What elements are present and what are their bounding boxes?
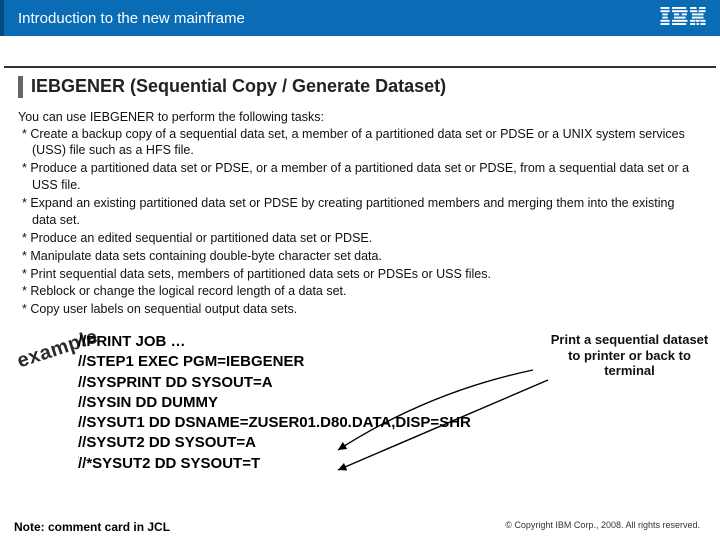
slide-body: IEBGENER (Sequential Copy / Generate Dat…	[0, 68, 720, 474]
header-bar: Introduction to the new mainframe	[0, 0, 720, 36]
copyright-text: © Copyright IBM Corp., 2008. All rights …	[505, 520, 700, 530]
header-title: Introduction to the new mainframe	[18, 10, 245, 27]
slide-title: IEBGENER (Sequential Copy / Generate Dat…	[18, 76, 702, 98]
list-item: * Expand an existing partitioned data se…	[18, 195, 702, 229]
code-line: //SYSIN DD DUMMY	[78, 393, 702, 413]
example-area: example //PRINT JOB … //STEP1 EXEC PGM=I…	[78, 332, 702, 474]
footer-note: Note: comment card in JCL	[14, 520, 170, 534]
ibm-logo-icon	[660, 7, 706, 30]
code-line: //SYSUT2 DD SYSOUT=A	[78, 433, 702, 453]
list-item: * Reblock or change the logical record l…	[18, 283, 702, 300]
list-item: * Manipulate data sets containing double…	[18, 248, 702, 265]
header-divider	[4, 36, 716, 68]
list-item: * Produce a partitioned data set or PDSE…	[18, 160, 702, 194]
bullet-list: * Create a backup copy of a sequential d…	[18, 126, 702, 319]
list-item: * Copy user labels on sequential output …	[18, 301, 702, 318]
annotation-text: Print a sequential dataset to printer or…	[547, 332, 712, 379]
list-item: * Create a backup copy of a sequential d…	[18, 126, 702, 160]
code-line: //*SYSUT2 DD SYSOUT=T	[78, 454, 702, 474]
intro-text: You can use IEBGENER to perform the foll…	[18, 110, 702, 124]
list-item: * Produce an edited sequential or partit…	[18, 230, 702, 247]
list-item: * Print sequential data sets, members of…	[18, 266, 702, 283]
code-line: //SYSUT1 DD DSNAME=ZUSER01.D80.DATA,DISP…	[78, 413, 702, 433]
